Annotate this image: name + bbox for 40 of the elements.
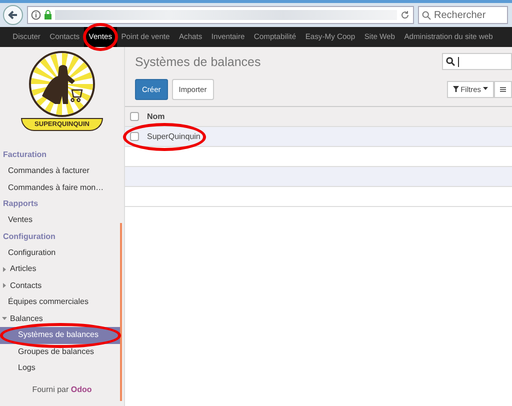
browser-search-field[interactable]: Rechercher — [418, 6, 508, 24]
sidebar-item[interactable]: Articles — [0, 261, 124, 278]
back-button[interactable] — [3, 5, 23, 25]
search-icon — [422, 10, 431, 20]
sidebar-item[interactable]: Contacts — [0, 278, 124, 294]
sidebar-item[interactable]: Groupes de balances — [0, 344, 124, 360]
caret-right-icon[interactable] — [2, 266, 7, 272]
section-heading: Rapports — [2, 198, 40, 210]
sidebar-item[interactable]: Équipes commerciales — [0, 294, 124, 310]
list-icon — [500, 86, 506, 93]
info-icon[interactable] — [31, 10, 41, 20]
search-icon — [446, 57, 455, 66]
sidebar-item[interactable]: Commandes à faire mon… — [0, 180, 124, 196]
caret-right-icon[interactable] — [2, 283, 7, 288]
search-field[interactable] — [442, 53, 512, 70]
column-header[interactable]: Nom — [147, 110, 165, 122]
back-arrow-icon — [7, 9, 19, 21]
powered-by-text: Fourni par Odoo — [31, 384, 93, 396]
sidebar-item[interactable]: Ventes — [0, 212, 124, 228]
group-by-button[interactable] — [494, 80, 512, 98]
section-heading: Facturation — [2, 149, 48, 161]
sidebar-item[interactable]: Configuration — [0, 244, 124, 261]
table-row[interactable]: SuperQuinquin — [125, 127, 512, 147]
checkbox[interactable] — [130, 112, 139, 121]
caret-down-icon — [483, 87, 488, 92]
logo-drawing — [29, 51, 95, 117]
sidebar-item[interactable]: Logs — [0, 360, 124, 376]
lock-icon — [44, 10, 52, 20]
section-heading: Configuration — [2, 230, 56, 243]
table-cell: SuperQuinquin — [147, 130, 200, 142]
sidebar-item[interactable]: Balances — [0, 310, 124, 327]
brand-link[interactable]: Odoo — [70, 384, 92, 394]
sidebar-item[interactable]: Systèmes de balances — [0, 327, 120, 344]
sidebar-item[interactable]: Commandes à facturer — [0, 163, 124, 180]
reload-icon[interactable] — [400, 10, 410, 20]
page-title: Systèmes de balances — [135, 54, 261, 71]
checkbox[interactable] — [130, 132, 139, 141]
address-field[interactable] — [27, 6, 414, 24]
funnel-icon — [452, 86, 459, 92]
caret-down-icon[interactable] — [2, 316, 7, 321]
